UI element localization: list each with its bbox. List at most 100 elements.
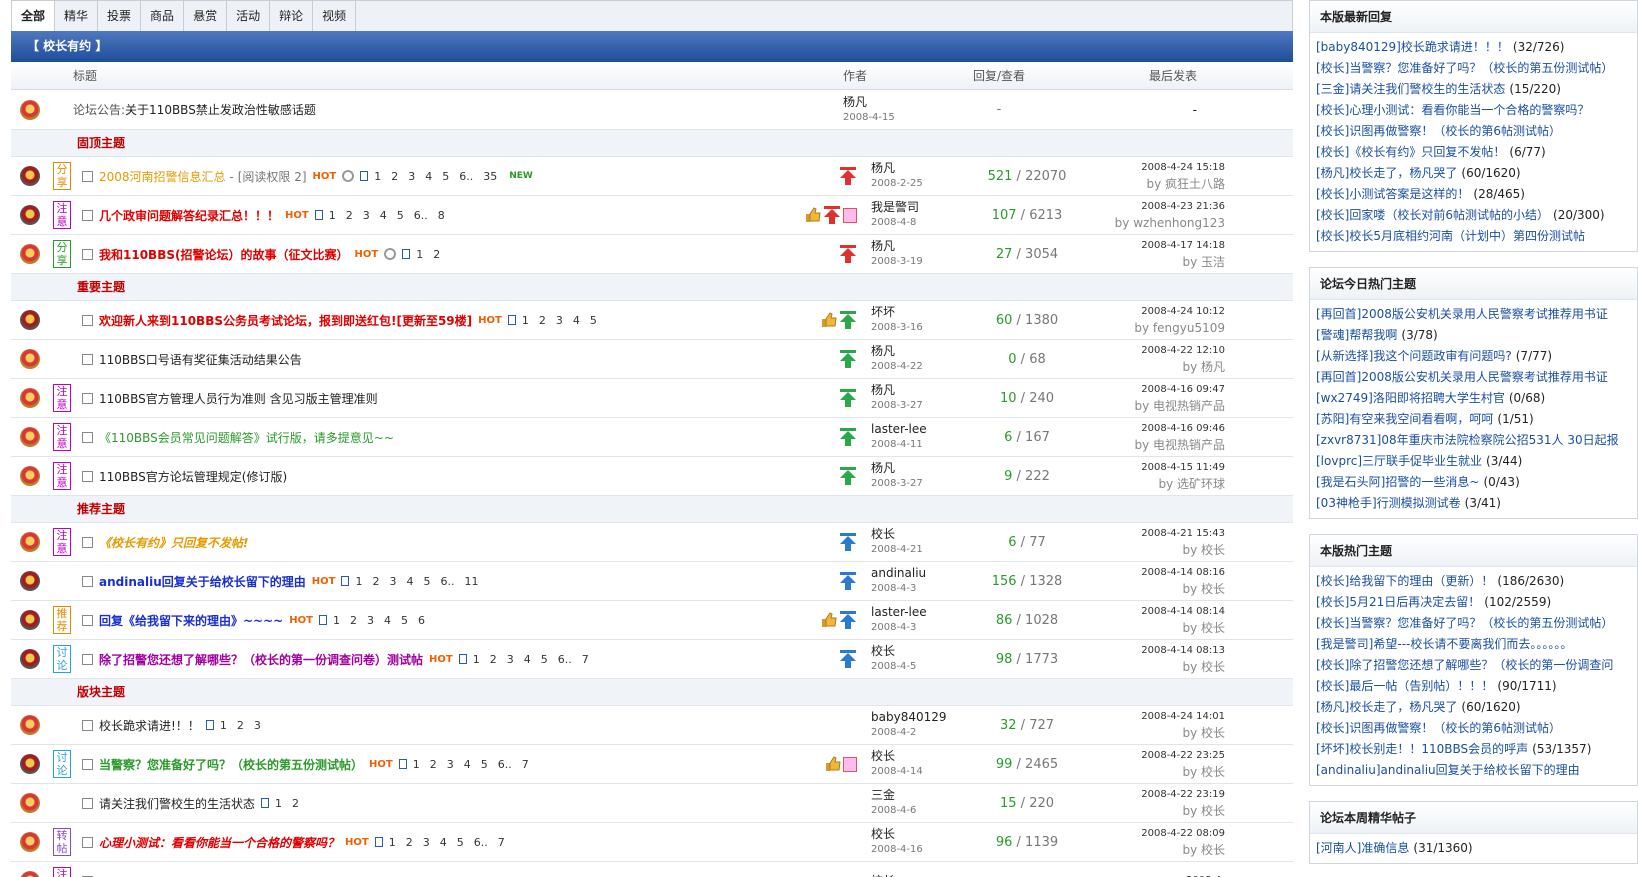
select-checkbox[interactable] xyxy=(81,575,93,587)
author-name[interactable]: 杨凡 xyxy=(871,160,978,176)
sidebar-item-tag[interactable]: [校长] xyxy=(1316,574,1349,588)
page-link[interactable]: 1 xyxy=(220,719,227,732)
page-link[interactable]: 2 xyxy=(350,614,357,627)
thread-title-link[interactable]: 110BBS官方论坛管理规定(修订版) xyxy=(99,468,287,485)
author-name[interactable]: baby840129 xyxy=(871,709,978,725)
sidebar-item-tag[interactable]: [andinaliu] xyxy=(1316,763,1381,777)
sidebar-item-tag[interactable]: [校长] xyxy=(1316,595,1349,609)
thread-title-link[interactable]: 《校长有约》只回复不发帖! xyxy=(99,534,248,551)
sidebar-item-title[interactable]: 校长5月底相约河南（计划中）第四份测试帖 xyxy=(1349,229,1585,243)
last-post-date[interactable]: 2008-4-22 23:19 xyxy=(1076,787,1225,803)
author-name[interactable]: 校长 xyxy=(871,873,978,877)
sidebar-item-tag[interactable]: [苏阳] xyxy=(1316,412,1349,426)
thread-title-link[interactable]: 我和110BBS(招警论坛）的故事（征文比赛） xyxy=(99,246,348,263)
sidebar-item-title[interactable]: 三厅联手促毕业生就业 xyxy=(1362,454,1482,468)
select-checkbox[interactable] xyxy=(81,653,93,665)
page-link[interactable]: 3 xyxy=(363,209,370,222)
sidebar-item-title[interactable]: 08年重庆市法院检察院公招531人 30日起报 xyxy=(1381,433,1618,447)
sidebar-item-tag[interactable]: [校长] xyxy=(1316,229,1349,243)
sidebar-item[interactable]: [再回首]2008版公安机关录用人民警察考试推荐用书证 xyxy=(1316,304,1631,325)
page-link[interactable]: 1 xyxy=(333,614,340,627)
thread-type-badge[interactable]: 注意 xyxy=(53,462,71,490)
tab-2[interactable]: 投票 xyxy=(98,1,142,31)
last-post-date[interactable]: 2008-4-24 10:12 xyxy=(1076,304,1225,320)
sidebar-item-tag[interactable]: [zxvr8731] xyxy=(1316,433,1381,447)
page-link[interactable]: 2 xyxy=(490,653,497,666)
thread-type-badge[interactable]: 分享 xyxy=(53,240,71,268)
last-post-date[interactable]: 2008-4-22 08:09 xyxy=(1076,826,1225,842)
sidebar-item-tag[interactable]: [再回首] xyxy=(1316,370,1361,384)
sidebar-item-title[interactable]: 校长走了，杨凡哭了 xyxy=(1349,700,1457,714)
sidebar-item-tag[interactable]: [校长] xyxy=(1316,145,1349,159)
thread-title-link[interactable]: 欢迎新人来到110BBS公务员考试论坛，报到即送红包![更新至59楼] xyxy=(99,312,472,329)
sidebar-item-title[interactable]: 2008版公安机关录用人民警察考试推荐用书证 xyxy=(1361,307,1608,321)
page-link[interactable]: 2 xyxy=(391,170,398,183)
last-post-by[interactable]: by 玉洁 xyxy=(1076,254,1225,270)
last-post-by[interactable]: by 疯狂土八路 xyxy=(1076,176,1225,192)
author-name[interactable]: 我是警司 xyxy=(871,199,978,215)
sidebar-item-tag[interactable]: [我是警司] xyxy=(1316,637,1373,651)
sidebar-item[interactable]: [杨凡]校长走了，杨凡哭了 (60/1620) xyxy=(1316,163,1631,184)
sidebar-item[interactable]: [校长]回家喽（校长对前6帖测试帖的小结） (20/300) xyxy=(1316,205,1631,226)
last-post-date[interactable]: 2008-4-17 14:18 xyxy=(1076,238,1225,254)
sidebar-item-title[interactable]: 校长别走！！110BBS会员的呼声 xyxy=(1349,742,1528,756)
last-post-date[interactable]: 2008-4-16 09:47 xyxy=(1076,382,1225,398)
page-link[interactable]: 3 xyxy=(408,170,415,183)
thread-title-link[interactable]: 几个政审问题解答纪录汇总！！！ xyxy=(99,207,279,224)
select-checkbox[interactable] xyxy=(81,209,93,221)
tab-3[interactable]: 商品 xyxy=(141,1,185,31)
sidebar-item-tag[interactable]: [校长] xyxy=(1316,61,1349,75)
page-link[interactable]: 3 xyxy=(556,314,563,327)
last-post-by[interactable]: by fengyu5109 xyxy=(1076,320,1225,336)
page-link[interactable]: 6 xyxy=(418,614,425,627)
page-link[interactable]: 5 xyxy=(397,209,404,222)
select-checkbox[interactable] xyxy=(81,719,93,731)
thread-type-badge[interactable]: 注意 xyxy=(53,867,71,877)
select-checkbox[interactable] xyxy=(81,797,93,809)
page-link[interactable]: 5 xyxy=(423,575,430,588)
sidebar-item[interactable]: [我是石头阿]招警的一些消息~ (0/43) xyxy=(1316,472,1631,493)
last-post-date[interactable]: 2008-4-21 15:43 xyxy=(1076,526,1225,542)
sidebar-item[interactable]: [警魂]帮帮我啊 (3/78) xyxy=(1316,325,1631,346)
sidebar-item[interactable]: [校长]当警察？您准备好了吗？（校长的第五份测试帖） xyxy=(1316,58,1631,79)
sidebar-item[interactable]: [校长]识图再做警察！（校长的第6帖测试帖） xyxy=(1316,121,1631,142)
sidebar-item-title[interactable]: 我这个问题政审有问题吗? xyxy=(1373,349,1511,363)
sidebar-item[interactable]: [再回首]2008版公安机关录用人民警察考试推荐用书证 xyxy=(1316,367,1631,388)
sidebar-item-title[interactable]: 最后一帖（告别帖）！！！ xyxy=(1349,679,1493,693)
select-checkbox[interactable] xyxy=(81,353,93,365)
sidebar-item[interactable]: [校长]给我留下的理由（更新）！ (186/2630) xyxy=(1316,571,1631,592)
page-link[interactable]: 5 xyxy=(590,314,597,327)
author-name[interactable]: 杨凡 xyxy=(871,382,978,398)
sidebar-item[interactable]: [校长]心理小测试：看看你能当一个合格的警察吗？ xyxy=(1316,100,1631,121)
author-name[interactable]: laster-lee xyxy=(871,604,978,620)
tab-4[interactable]: 悬赏 xyxy=(184,1,228,31)
last-post-by[interactable]: by 校长 xyxy=(1076,659,1225,675)
sidebar-item-tag[interactable]: [lovprc] xyxy=(1316,454,1362,468)
sidebar-item[interactable]: [校长]5月21日后再决定去留！ (102/2559) xyxy=(1316,592,1631,613)
page-link[interactable]: 6.. xyxy=(414,209,428,222)
page-link[interactable]: 1 xyxy=(329,209,336,222)
page-link[interactable]: 3 xyxy=(423,836,430,849)
sidebar-item-tag[interactable]: [三金] xyxy=(1316,82,1349,96)
sidebar-item-tag[interactable]: [校长] xyxy=(1316,679,1349,693)
sidebar-item-title[interactable]: 给我留下的理由（更新）！ xyxy=(1349,574,1493,588)
page-link[interactable]: 3 xyxy=(367,614,374,627)
last-post-date[interactable]: 2008-4-15 11:49 xyxy=(1076,460,1225,476)
page-link[interactable]: 5 xyxy=(442,170,449,183)
page-link[interactable]: 6.. xyxy=(440,575,454,588)
sidebar-item-tag[interactable]: [坏坏] xyxy=(1316,742,1349,756)
sidebar-item-tag[interactable]: [校长] xyxy=(1316,658,1349,672)
sidebar-item-title[interactable]: 识图再做警察！（校长的第6帖测试帖） xyxy=(1349,721,1561,735)
thread-title-link[interactable]: 《110BBS会员常见问题解答》试行版，请多提意见~~ xyxy=(99,429,394,446)
author-name[interactable]: 三金 xyxy=(871,787,978,803)
page-link[interactable]: 2 xyxy=(406,836,413,849)
thread-type-badge[interactable]: 注意 xyxy=(53,384,71,412)
sidebar-item[interactable]: [校长]《校长有约》只回复不发帖！ (6/77) xyxy=(1316,142,1631,163)
thread-type-badge[interactable]: 讨论 xyxy=(53,750,71,778)
select-checkbox[interactable] xyxy=(81,470,93,482)
sidebar-item-title[interactable]: 回家喽（校长对前6帖测试帖的小结） xyxy=(1349,208,1549,222)
sidebar-item-title[interactable]: 当警察？您准备好了吗？（校长的第五份测试帖） xyxy=(1349,616,1613,630)
page-link[interactable]: 6.. xyxy=(459,170,473,183)
page-link[interactable]: 6.. xyxy=(558,653,572,666)
last-post-by[interactable]: by 校长 xyxy=(1076,542,1225,558)
